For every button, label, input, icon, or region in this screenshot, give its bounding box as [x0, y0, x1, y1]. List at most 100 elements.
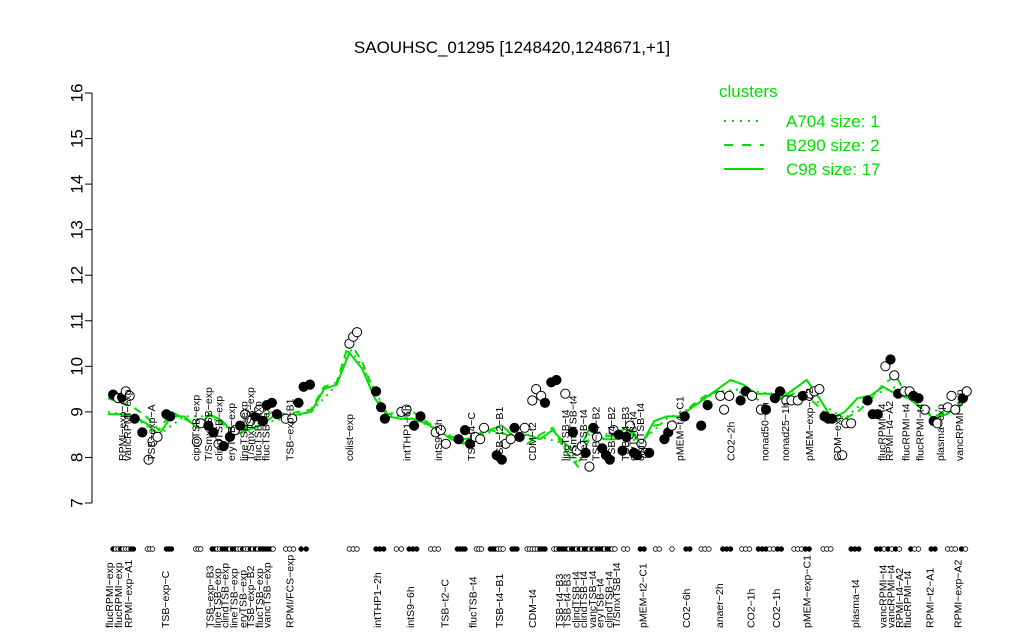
rug-mark-open [669, 546, 675, 552]
rug-mark-open [354, 546, 360, 552]
top-label: CDM−exp [832, 414, 844, 461]
bottom-label: CDM−t4 [527, 589, 539, 628]
rug-mark-filled [932, 546, 938, 552]
bottom-label: anaer−2h [714, 583, 726, 628]
data-point-filled [509, 422, 520, 433]
bottom-label: plasma−t4 [850, 579, 862, 628]
rug-mark-filled [514, 546, 520, 552]
rug-mark-open [149, 546, 156, 552]
bottom-label: intTHP1−2h [372, 572, 384, 628]
data-point-filled [862, 395, 873, 406]
rug-mark-open [706, 546, 712, 552]
data-point-filled [304, 379, 316, 390]
rug-mark-filled [542, 546, 548, 552]
legend-entry-1: A704 size: 1 [786, 112, 880, 131]
data-point-open [846, 418, 857, 429]
data-point-filled [379, 413, 390, 424]
data-point-filled [376, 402, 387, 413]
rug-mark-filled [687, 546, 693, 552]
data-point-open [505, 434, 516, 445]
rug-mark-open [656, 546, 662, 552]
bottom-label: flucTSB−t4 [467, 576, 479, 628]
rug-mark-open [500, 546, 506, 552]
data-point-open [746, 390, 758, 401]
rug-mark-open [478, 546, 485, 552]
bottom-label: CO2−1h [746, 588, 758, 628]
top-label: TSB−t4−C [466, 412, 478, 461]
top-label: intTHP1−6h [401, 405, 413, 461]
rug-mark-open [612, 546, 618, 552]
bottom-label: CO2−6h [681, 588, 693, 628]
data-point-open [527, 395, 538, 406]
top-label: colist−exp [344, 414, 356, 461]
bottom-label: RPMI−exp−A1 [123, 560, 135, 628]
data-point-filled [370, 386, 382, 397]
data-point-open [719, 404, 730, 415]
data-point-filled [735, 395, 746, 406]
y-tick-label: 7 [67, 498, 86, 507]
y-tick-label: 13 [67, 220, 86, 239]
bottom-label: CO2−1h [771, 588, 783, 628]
top-label: TSB−exp−A [146, 404, 158, 461]
legend: clusters A704 size: 1 B290 size: 2 C98 s… [719, 82, 881, 179]
rug-mark-open [624, 546, 631, 552]
rug-mark-open [915, 546, 922, 552]
top-label: TSB−t4−B2 [606, 407, 618, 461]
data-point-open [814, 384, 825, 395]
rug-mark-filled [130, 546, 137, 552]
rug-mark-filled [414, 546, 420, 552]
chart-title: SAOUHSC_01295 [1248420,1248671,+1] [354, 38, 670, 57]
y-tick-label: 8 [67, 453, 86, 462]
data-point-filled [539, 397, 551, 408]
top-label: lineTSB−t4 [578, 409, 590, 461]
data-point-open [478, 422, 490, 433]
top-label: flucRPMI−t4 [901, 403, 913, 461]
data-point-filled [696, 420, 707, 431]
y-tick-label: 14 [67, 175, 86, 194]
y-tick-label: 16 [67, 84, 86, 103]
top-label: TSB−exp−B1 [284, 398, 296, 461]
data-point-open [584, 461, 595, 472]
y-tick-label: 15 [67, 129, 86, 148]
data-point-filled [271, 409, 283, 420]
legend-entry-3: C98 size: 17 [786, 160, 881, 179]
top-label: flucRPMI−t4 [915, 403, 927, 461]
top-label: vancRPMI−exp [122, 389, 134, 461]
bottom-label: RPMI−t2−A1 [925, 568, 937, 628]
top-label: nonad50−1h [760, 402, 772, 461]
top-label: TSB−t2−B1 [494, 407, 506, 461]
data-point-filled [913, 393, 924, 404]
bottom-label: T/SmxTSB−t4 [611, 562, 623, 628]
rug-mark-open [828, 546, 834, 552]
rug-mark-open [435, 546, 441, 552]
rug-mark-open [962, 546, 969, 552]
rug-mark-filled [462, 546, 468, 552]
rug-mark-open [746, 546, 753, 552]
rug-mark-filled [381, 546, 387, 552]
top-label: pMEM−exp−C2 [804, 388, 816, 461]
chart: SAOUHSC_01295 [1248420,1248671,+1] 7 8 9 10… [67, 38, 972, 628]
rug-mark-open [952, 546, 958, 552]
rug-mark-filled [168, 546, 175, 552]
rug-mark-filled [303, 546, 309, 552]
rug-mark-open [197, 546, 204, 552]
bottom-label: TSB−t2−C [439, 579, 451, 628]
bottom-label: RPMI−exp−A2 [953, 560, 965, 628]
rug-mark-filled [856, 546, 862, 552]
rug-mark-open [270, 546, 276, 552]
data-point-filled [415, 411, 426, 422]
y-axis: 7 8 9 10 11 12 13 14 15 16 [67, 84, 93, 508]
bottom-label: pMEM−exp−C1 [801, 555, 813, 628]
data-point-open [351, 327, 363, 338]
rug-mark-filled [641, 546, 647, 552]
rug-mark-open [290, 546, 297, 552]
top-label: intS9−2h [433, 419, 445, 461]
top-label: ciproTSB−t4 [635, 403, 647, 461]
rug-layer [110, 546, 969, 552]
bottom-labels: flucRPMI−expflucRPMI−expRPMI−exp−A1 TSB−e… [104, 555, 965, 628]
bottom-label: TSB−t4−B1 [494, 574, 506, 628]
top-label: plasma−exp [935, 404, 947, 461]
top-label: CO2−2h [725, 421, 737, 461]
data-point-open [715, 390, 726, 401]
top-label: clindTSB−exp [213, 396, 225, 461]
